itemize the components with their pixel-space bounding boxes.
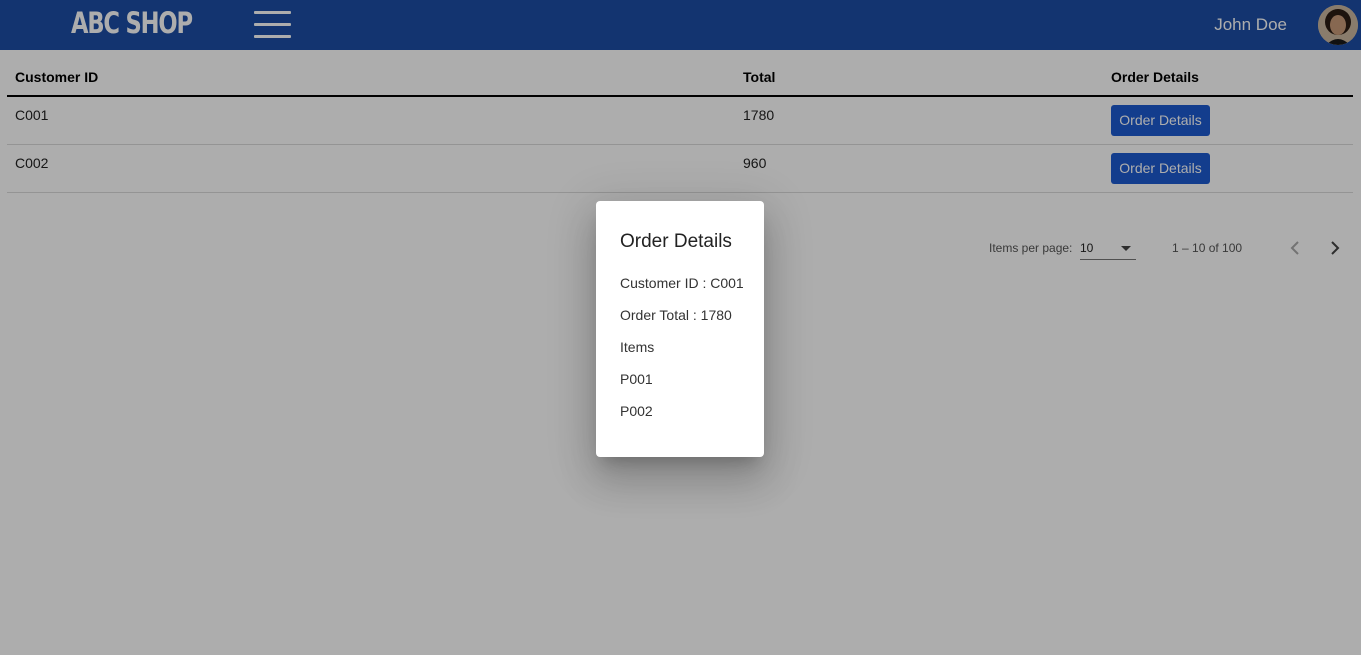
dialog-customer-id: Customer ID : C001 (620, 275, 744, 291)
dialog-order-total: Order Total : 1780 (620, 307, 732, 323)
dialog-title: Order Details (620, 231, 732, 252)
dialog-item: P001 (620, 371, 653, 387)
dialog-item: P002 (620, 403, 653, 419)
order-details-dialog: Order Details Customer ID : C001 Order T… (596, 201, 764, 457)
dialog-items-heading: Items (620, 339, 655, 355)
